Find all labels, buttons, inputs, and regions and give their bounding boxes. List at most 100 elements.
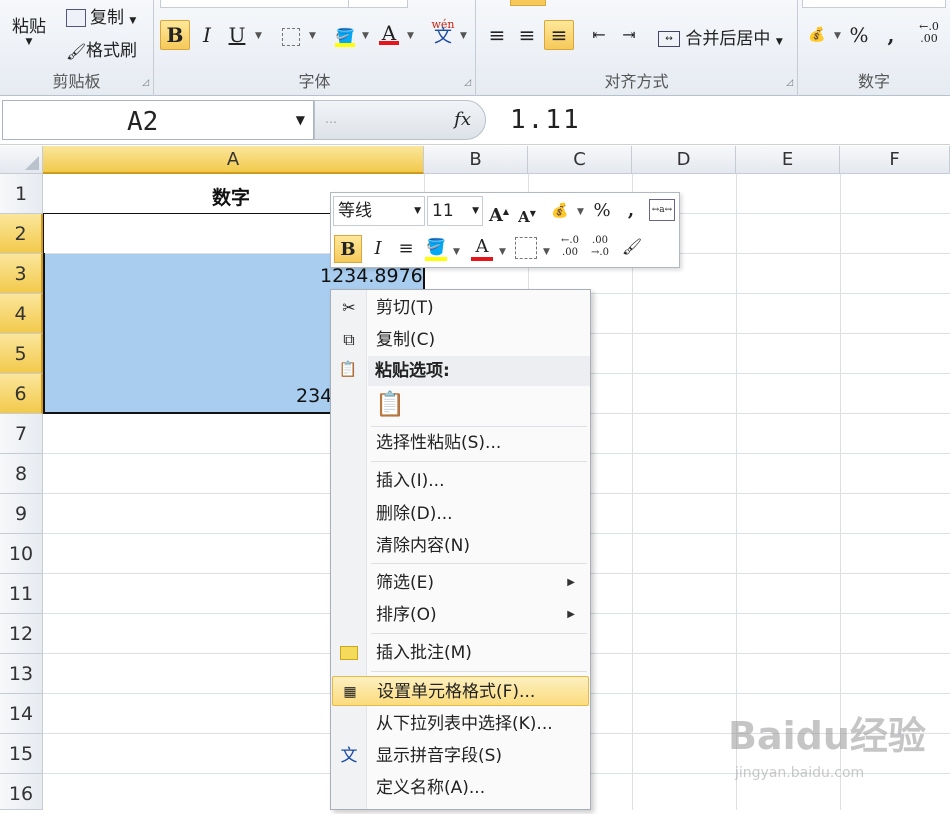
italic-button[interactable]: I bbox=[192, 20, 222, 50]
clipboard-launcher-icon[interactable]: ◿ bbox=[142, 78, 149, 88]
menu-item-cut[interactable]: ✂ 剪切(T) bbox=[332, 293, 589, 323]
mini-font-color-button[interactable]: A bbox=[469, 233, 495, 261]
formula-input[interactable]: 1.11 bbox=[510, 105, 581, 135]
column-header-f[interactable]: F bbox=[840, 146, 950, 174]
row-header-8[interactable]: 8 bbox=[0, 454, 43, 494]
align-left-button[interactable]: ≡ bbox=[482, 20, 512, 50]
mini-border-button[interactable] bbox=[515, 237, 537, 259]
menu-item-pick-list[interactable]: 从下拉列表中选择(K)... bbox=[332, 709, 589, 739]
column-header-a[interactable]: A bbox=[43, 146, 424, 174]
font-color-dropdown-icon[interactable]: ▼ bbox=[407, 31, 414, 41]
row-header-7[interactable]: 7 bbox=[0, 414, 43, 454]
shrink-font-button[interactable]: A▼ bbox=[515, 199, 539, 227]
font-name-box[interactable] bbox=[160, 0, 350, 8]
select-all-button[interactable] bbox=[0, 146, 43, 174]
font-color-button[interactable]: A bbox=[374, 18, 404, 48]
bold-button[interactable]: B bbox=[160, 20, 190, 50]
merge-center-button[interactable]: ↔ 合并后居中 ▼ bbox=[658, 24, 783, 49]
insert-function-button[interactable]: fx bbox=[454, 109, 471, 130]
mini-accounting-button[interactable]: 💰 bbox=[545, 197, 575, 225]
row-header-2[interactable]: 2 bbox=[0, 214, 43, 254]
menu-item-phonetic[interactable]: 文 显示拼音字段(S) bbox=[332, 741, 589, 771]
number-format-box[interactable] bbox=[802, 0, 946, 8]
row-header-14[interactable]: 14 bbox=[0, 694, 43, 734]
row-header-16[interactable]: 16 bbox=[0, 774, 43, 810]
menu-item-paste-special[interactable]: 选择性粘贴(S)... bbox=[332, 428, 589, 458]
mini-italic-button[interactable]: I bbox=[366, 235, 390, 263]
row-header-9[interactable]: 9 bbox=[0, 494, 43, 534]
column-header-e[interactable]: E bbox=[736, 146, 840, 174]
resize-handle-icon[interactable]: ⋯ bbox=[325, 115, 337, 129]
paste-button[interactable]: 粘贴 ▼ bbox=[12, 12, 46, 47]
column-header-c[interactable]: C bbox=[528, 146, 632, 174]
row-header-5[interactable]: 5 bbox=[0, 334, 43, 374]
mini-decrease-decimal-button[interactable]: .00 →.0 bbox=[587, 235, 613, 263]
increase-indent-button[interactable]: ⇥ bbox=[614, 20, 644, 50]
cell-a3[interactable]: 1234.8976 bbox=[320, 265, 423, 287]
row-header-1[interactable]: 1 bbox=[0, 174, 43, 214]
copy-button[interactable]: 复制 ▼ bbox=[66, 3, 136, 28]
mini-bold-button[interactable]: B bbox=[334, 235, 362, 263]
mini-size-dropdown-icon[interactable]: ▼ bbox=[472, 197, 479, 225]
row-header-13[interactable]: 13 bbox=[0, 654, 43, 694]
border-dropdown-icon[interactable]: ▼ bbox=[309, 31, 316, 41]
phonetic-dropdown-icon[interactable]: ▼ bbox=[460, 31, 467, 41]
row-header-11[interactable]: 11 bbox=[0, 574, 43, 614]
menu-item-sort[interactable]: 排序(O) ▶ bbox=[332, 600, 589, 630]
alignment-launcher-icon[interactable]: ◿ bbox=[786, 78, 793, 88]
underline-button[interactable]: U bbox=[222, 20, 252, 50]
mini-fill-dropdown-icon[interactable]: ▼ bbox=[453, 247, 460, 257]
decrease-indent-button[interactable]: ⇤ bbox=[584, 20, 614, 50]
mini-font-box[interactable]: 等线 ▼ bbox=[333, 196, 425, 226]
underline-dropdown-icon[interactable]: ▼ bbox=[255, 31, 262, 41]
mini-percent-button[interactable]: % bbox=[589, 197, 615, 225]
grow-font-button[interactable]: A▲ bbox=[487, 197, 511, 226]
accounting-format-button[interactable]: 💰 bbox=[802, 20, 832, 50]
top-align-button[interactable] bbox=[510, 0, 546, 6]
menu-item-format-cells[interactable]: ▦ 设置单元格格式(F)... bbox=[332, 676, 589, 706]
mini-size-box[interactable]: 11 ▼ bbox=[427, 196, 483, 226]
cell-a1[interactable]: 数字 bbox=[212, 183, 250, 210]
menu-item-insert[interactable]: 插入(I)... bbox=[332, 466, 589, 496]
mini-fill-button[interactable]: 🪣 bbox=[423, 233, 449, 261]
font-launcher-icon[interactable]: ◿ bbox=[464, 78, 471, 88]
name-box-dropdown-icon[interactable]: ▼ bbox=[296, 113, 305, 127]
align-right-button[interactable]: ≡ bbox=[544, 20, 574, 50]
row-header-12[interactable]: 12 bbox=[0, 614, 43, 654]
row-header-6[interactable]: 6 bbox=[0, 374, 43, 414]
percent-button[interactable]: % bbox=[844, 20, 874, 50]
border-button[interactable] bbox=[276, 20, 306, 50]
row-header-4[interactable]: 4 bbox=[0, 294, 43, 334]
mini-accounting-dropdown-icon[interactable]: ▼ bbox=[577, 207, 584, 217]
menu-item-filter[interactable]: 筛选(E) ▶ bbox=[332, 568, 589, 598]
fill-dropdown-icon[interactable]: ▼ bbox=[362, 31, 369, 41]
menu-item-define-name[interactable]: 定义名称(A)... bbox=[332, 773, 589, 803]
paste-option-clipboard-icon[interactable]: 📋 bbox=[375, 390, 405, 422]
comma-button[interactable]: , bbox=[876, 20, 906, 50]
fill-color-button[interactable]: 🪣 bbox=[330, 20, 360, 50]
menu-item-insert-comment[interactable]: 插入批注(M) bbox=[332, 638, 589, 668]
menu-item-copy[interactable]: ⧉ 复制(C) bbox=[332, 325, 589, 355]
menu-item-delete[interactable]: 删除(D)... bbox=[332, 499, 589, 529]
row-header-15[interactable]: 15 bbox=[0, 734, 43, 774]
mini-font-dropdown-icon[interactable]: ▼ bbox=[414, 197, 421, 225]
format-painter-button[interactable]: 🖌格式刷 bbox=[66, 36, 137, 61]
name-box[interactable]: A2 ▼ bbox=[2, 100, 314, 140]
mini-comma-button[interactable]: , bbox=[621, 197, 641, 225]
cell-a6[interactable]: 234 bbox=[296, 385, 332, 407]
increase-decimal-button[interactable]: ←.0.00 bbox=[914, 20, 944, 50]
mini-border-dropdown-icon[interactable]: ▼ bbox=[543, 247, 550, 257]
column-header-d[interactable]: D bbox=[632, 146, 736, 174]
mini-merge-button[interactable]: ↔a↔ bbox=[649, 199, 675, 221]
row-header-3[interactable]: 3 bbox=[0, 254, 43, 294]
mini-increase-decimal-button[interactable]: ←.0.00 bbox=[557, 235, 583, 263]
font-size-box[interactable] bbox=[348, 0, 408, 8]
mini-format-painter-button[interactable]: 🖌 bbox=[619, 233, 645, 261]
mini-font-color-dropdown-icon[interactable]: ▼ bbox=[499, 247, 506, 257]
row-header-10[interactable]: 10 bbox=[0, 534, 43, 574]
mini-center-button[interactable]: ≡ bbox=[393, 235, 419, 263]
align-center-button[interactable]: ≡ bbox=[512, 20, 542, 50]
menu-item-clear[interactable]: 清除内容(N) bbox=[332, 531, 589, 561]
column-header-b[interactable]: B bbox=[424, 146, 528, 174]
accounting-dropdown-icon[interactable]: ▼ bbox=[834, 31, 841, 41]
